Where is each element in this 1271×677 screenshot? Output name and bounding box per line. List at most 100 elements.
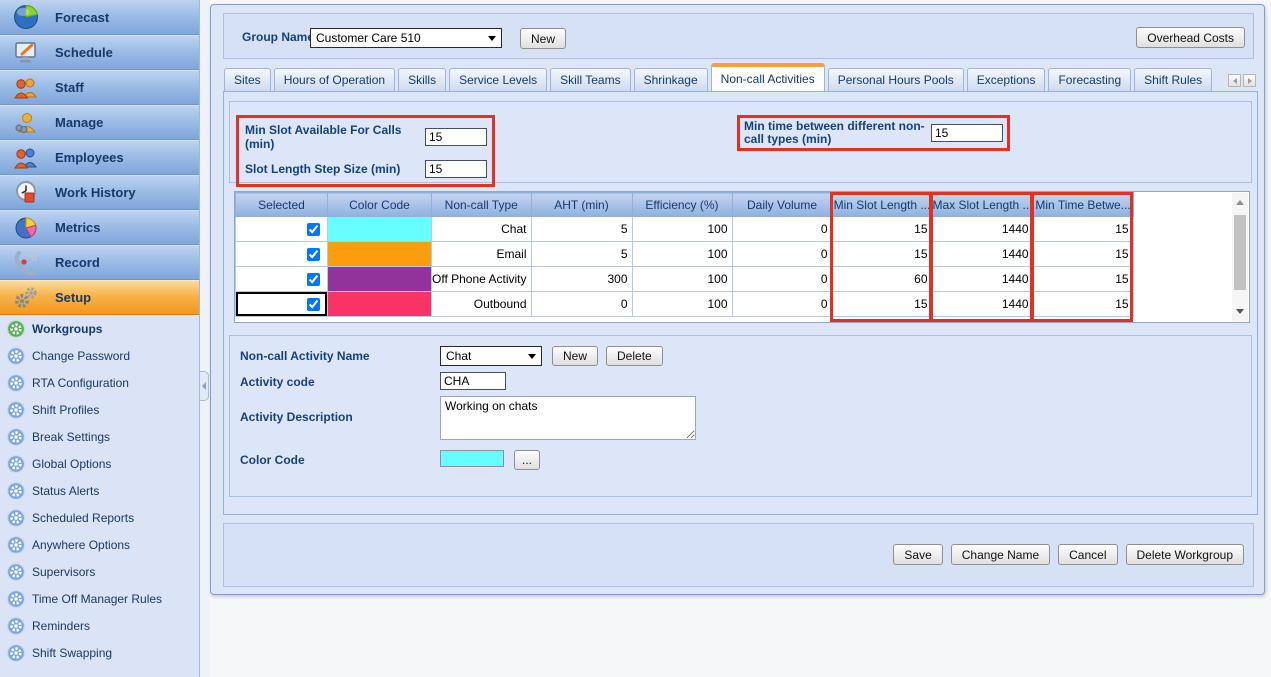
delete-workgroup-button[interactable]: Delete Workgroup bbox=[1126, 544, 1245, 565]
activity-code-input[interactable] bbox=[440, 372, 506, 390]
group-name-select[interactable]: Customer Care 510 bbox=[310, 28, 502, 48]
tab-shift-rules[interactable]: Shift Rules bbox=[1134, 68, 1212, 92]
tab-skill-teams[interactable]: Skill Teams bbox=[550, 68, 630, 92]
selected-checkbox[interactable] bbox=[307, 223, 320, 236]
table-scrollbar[interactable] bbox=[1232, 193, 1248, 321]
new-activity-button[interactable]: New bbox=[552, 346, 598, 366]
col-max-slot-length[interactable]: Max Slot Length ... bbox=[932, 193, 1033, 217]
sidebar-splitter[interactable] bbox=[200, 0, 210, 677]
save-button[interactable]: Save bbox=[893, 544, 942, 565]
tab-hours-of-operation[interactable]: Hours of Operation bbox=[274, 68, 395, 92]
min-slot-available-input[interactable] bbox=[425, 128, 487, 146]
max-slot-cell[interactable]: 1440 bbox=[932, 292, 1033, 317]
col-min-time-between[interactable]: Min Time Betwe... bbox=[1033, 193, 1133, 217]
daily-volume-cell[interactable]: 0 bbox=[732, 217, 832, 242]
overhead-costs-button[interactable]: Overhead Costs bbox=[1136, 27, 1245, 48]
efficiency-cell[interactable]: 100 bbox=[632, 217, 732, 242]
min-slot-cell[interactable]: 15 bbox=[832, 292, 932, 317]
selected-checkbox[interactable] bbox=[307, 273, 320, 286]
activity-description-textarea[interactable]: Working on chats bbox=[440, 396, 696, 440]
non-call-type-cell[interactable]: Email bbox=[432, 242, 532, 267]
sidebar-item-anywhere-options[interactable]: Anywhere Options bbox=[0, 531, 199, 558]
col-min-slot-length[interactable]: Min Slot Length ... bbox=[832, 193, 932, 217]
sidebar-item-record[interactable]: Record bbox=[0, 245, 199, 280]
color-code-cell[interactable] bbox=[328, 292, 432, 317]
cancel-button[interactable]: Cancel bbox=[1058, 544, 1117, 565]
daily-volume-cell[interactable]: 0 bbox=[732, 267, 832, 292]
tab-service-levels[interactable]: Service Levels bbox=[449, 68, 547, 92]
aht-cell[interactable]: 300 bbox=[531, 267, 632, 292]
col-aht[interactable]: AHT (min) bbox=[531, 193, 632, 217]
sidebar-item-staff[interactable]: Staff bbox=[0, 70, 199, 105]
tab-exceptions[interactable]: Exceptions bbox=[967, 68, 1046, 92]
daily-volume-cell[interactable]: 0 bbox=[732, 242, 832, 267]
non-call-type-cell[interactable]: Off Phone Activity bbox=[432, 267, 532, 292]
aht-cell[interactable]: 5 bbox=[531, 217, 632, 242]
sidebar-item-employees[interactable]: Employees bbox=[0, 140, 199, 175]
sidebar-item-metrics[interactable]: Metrics bbox=[0, 210, 199, 245]
max-slot-cell[interactable]: 1440 bbox=[932, 267, 1033, 292]
sidebar-item-manage[interactable]: Manage bbox=[0, 105, 199, 140]
tab-shrinkage[interactable]: Shrinkage bbox=[634, 68, 708, 92]
sidebar-item-change-password[interactable]: Change Password bbox=[0, 342, 199, 369]
tab-forecasting[interactable]: Forecasting bbox=[1048, 68, 1131, 92]
activity-color-swatch[interactable] bbox=[440, 450, 504, 467]
tab-scroll-right-button[interactable] bbox=[1243, 74, 1256, 87]
sidebar-item-break-settings[interactable]: Break Settings bbox=[0, 423, 199, 450]
col-non-call-type[interactable]: Non-call Type bbox=[432, 193, 532, 217]
efficiency-cell[interactable]: 100 bbox=[632, 267, 732, 292]
sidebar-item-global-options[interactable]: Global Options bbox=[0, 450, 199, 477]
color-picker-button[interactable]: ... bbox=[514, 450, 540, 470]
daily-volume-cell[interactable]: 0 bbox=[732, 292, 832, 317]
sidebar-item-status-alerts[interactable]: Status Alerts bbox=[0, 477, 199, 504]
efficiency-cell[interactable]: 100 bbox=[632, 242, 732, 267]
min-time-cell[interactable]: 15 bbox=[1033, 217, 1133, 242]
sidebar-item-supervisors[interactable]: Supervisors bbox=[0, 558, 199, 585]
change-name-button[interactable]: Change Name bbox=[951, 544, 1050, 565]
sidebar-item-rta-configuration[interactable]: RTA Configuration bbox=[0, 369, 199, 396]
sidebar-item-shift-swapping[interactable]: Shift Swapping bbox=[0, 639, 199, 666]
sidebar-collapse-handle[interactable] bbox=[200, 371, 209, 401]
tab-scroll-left-button[interactable] bbox=[1228, 74, 1241, 87]
color-code-cell[interactable] bbox=[328, 242, 432, 267]
efficiency-cell[interactable]: 100 bbox=[632, 292, 732, 317]
min-time-between-input[interactable] bbox=[931, 124, 1003, 142]
sidebar-item-scheduled-reports[interactable]: Scheduled Reports bbox=[0, 504, 199, 531]
min-time-cell[interactable]: 15 bbox=[1033, 292, 1133, 317]
min-slot-cell[interactable]: 15 bbox=[832, 242, 932, 267]
scrollbar-thumb[interactable] bbox=[1234, 215, 1246, 290]
sidebar-item-time-off-manager-rules[interactable]: Time Off Manager Rules bbox=[0, 585, 199, 612]
non-call-type-cell[interactable]: Outbound bbox=[432, 292, 532, 317]
scroll-down-button[interactable] bbox=[1232, 304, 1248, 319]
aht-cell[interactable]: 0 bbox=[531, 292, 632, 317]
delete-activity-button[interactable]: Delete bbox=[606, 346, 663, 366]
col-daily-volume[interactable]: Daily Volume bbox=[732, 193, 832, 217]
sidebar-item-work-history[interactable]: Work History bbox=[0, 175, 199, 210]
tab-skills[interactable]: Skills bbox=[398, 68, 446, 92]
aht-cell[interactable]: 5 bbox=[531, 242, 632, 267]
min-time-cell[interactable]: 15 bbox=[1033, 242, 1133, 267]
non-call-type-cell[interactable]: Chat bbox=[432, 217, 532, 242]
min-slot-cell[interactable]: 60 bbox=[832, 267, 932, 292]
max-slot-cell[interactable]: 1440 bbox=[932, 217, 1033, 242]
new-group-button[interactable]: New bbox=[520, 28, 566, 49]
min-time-cell[interactable]: 15 bbox=[1033, 267, 1133, 292]
tab-sites[interactable]: Sites bbox=[224, 68, 271, 92]
col-color-code[interactable]: Color Code bbox=[328, 193, 432, 217]
min-slot-cell[interactable]: 15 bbox=[832, 217, 932, 242]
tab-non-call-activities[interactable]: Non-call Activities bbox=[711, 63, 825, 92]
scroll-up-button[interactable] bbox=[1232, 195, 1248, 210]
col-efficiency[interactable]: Efficiency (%) bbox=[632, 193, 732, 217]
color-code-cell[interactable] bbox=[328, 267, 432, 292]
sidebar-item-reminders[interactable]: Reminders bbox=[0, 612, 199, 639]
col-selected[interactable]: Selected bbox=[236, 193, 328, 217]
slot-length-step-input[interactable] bbox=[425, 160, 487, 178]
sidebar-item-forecast[interactable]: Forecast bbox=[0, 0, 199, 35]
selected-checkbox[interactable] bbox=[307, 298, 320, 311]
activity-name-select[interactable]: Chat bbox=[440, 346, 542, 366]
color-code-cell[interactable] bbox=[328, 217, 432, 242]
sidebar-item-setup[interactable]: Setup bbox=[0, 280, 199, 315]
sidebar-item-shift-profiles[interactable]: Shift Profiles bbox=[0, 396, 199, 423]
sidebar-item-schedule[interactable]: Schedule bbox=[0, 35, 199, 70]
tab-personal-hours-pools[interactable]: Personal Hours Pools bbox=[828, 68, 964, 92]
